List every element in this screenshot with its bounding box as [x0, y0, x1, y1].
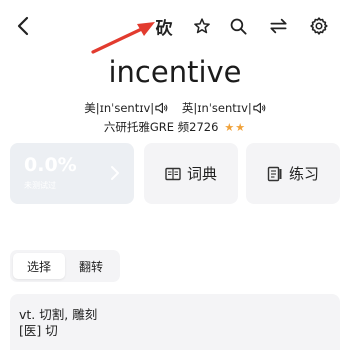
exam-tags-text: 六研托雅GRE 频2726	[103, 120, 219, 134]
us-phonetic: 美|ɪnˈsentɪv|	[84, 101, 155, 115]
star-icon	[194, 18, 210, 34]
swap-button[interactable]	[264, 12, 292, 40]
back-arrow-icon	[17, 16, 29, 36]
uk-pronunciation[interactable]: 英|ɪnˈsentɪv|	[182, 99, 266, 117]
uk-phonetic: 英|ɪnˈsentɪv|	[181, 101, 252, 115]
top-toolbar: 砍	[0, 0, 350, 52]
speaker-icon	[155, 102, 168, 114]
practice-button[interactable]: 练习	[246, 143, 340, 204]
search-icon	[230, 18, 247, 35]
definition-line: vt. 切割, 雕刻	[19, 307, 98, 322]
chevron-right-icon	[111, 166, 119, 180]
definition-card[interactable]: vt. 切割, 雕刻 [医] 切	[10, 294, 340, 350]
us-pronunciation[interactable]: 美|ɪnˈsentɪv|	[84, 99, 168, 117]
favorite-button[interactable]	[188, 12, 216, 40]
progress-card[interactable]: 0.0% 未测试过	[10, 143, 134, 204]
swap-icon	[270, 18, 286, 34]
definition-line: [医] 切	[19, 323, 58, 338]
settings-button[interactable]	[305, 12, 333, 40]
progress-percent: 0.0%	[24, 154, 77, 176]
tab-select[interactable]: 选择	[13, 253, 65, 279]
document-icon	[267, 166, 282, 181]
practice-label: 练习	[288, 165, 319, 183]
gear-icon	[310, 17, 328, 35]
dictionary-label: 词典	[186, 165, 217, 183]
mode-toggle: 选择 翻转	[10, 250, 120, 282]
search-button[interactable]	[224, 12, 252, 40]
word-detail-page: 砍 incentive 美|ɪnˈsentɪv| 英|ɪnˈsentɪv| 六研…	[0, 0, 350, 350]
dictionary-button[interactable]: 词典	[144, 143, 238, 204]
progress-status: 未测试过	[24, 181, 56, 190]
exam-tags: 六研托雅GRE 频2726 ★★	[0, 118, 350, 137]
phonetics-row: 美|ɪnˈsentɪv| 英|ɪnˈsentɪv|	[0, 99, 350, 117]
word-title: incentive	[108, 55, 242, 89]
book-icon	[165, 167, 181, 180]
speaker-icon	[253, 102, 266, 114]
tab-flip[interactable]: 翻转	[65, 253, 117, 279]
back-button[interactable]	[10, 12, 36, 40]
frequency-stars: ★★	[224, 121, 247, 134]
